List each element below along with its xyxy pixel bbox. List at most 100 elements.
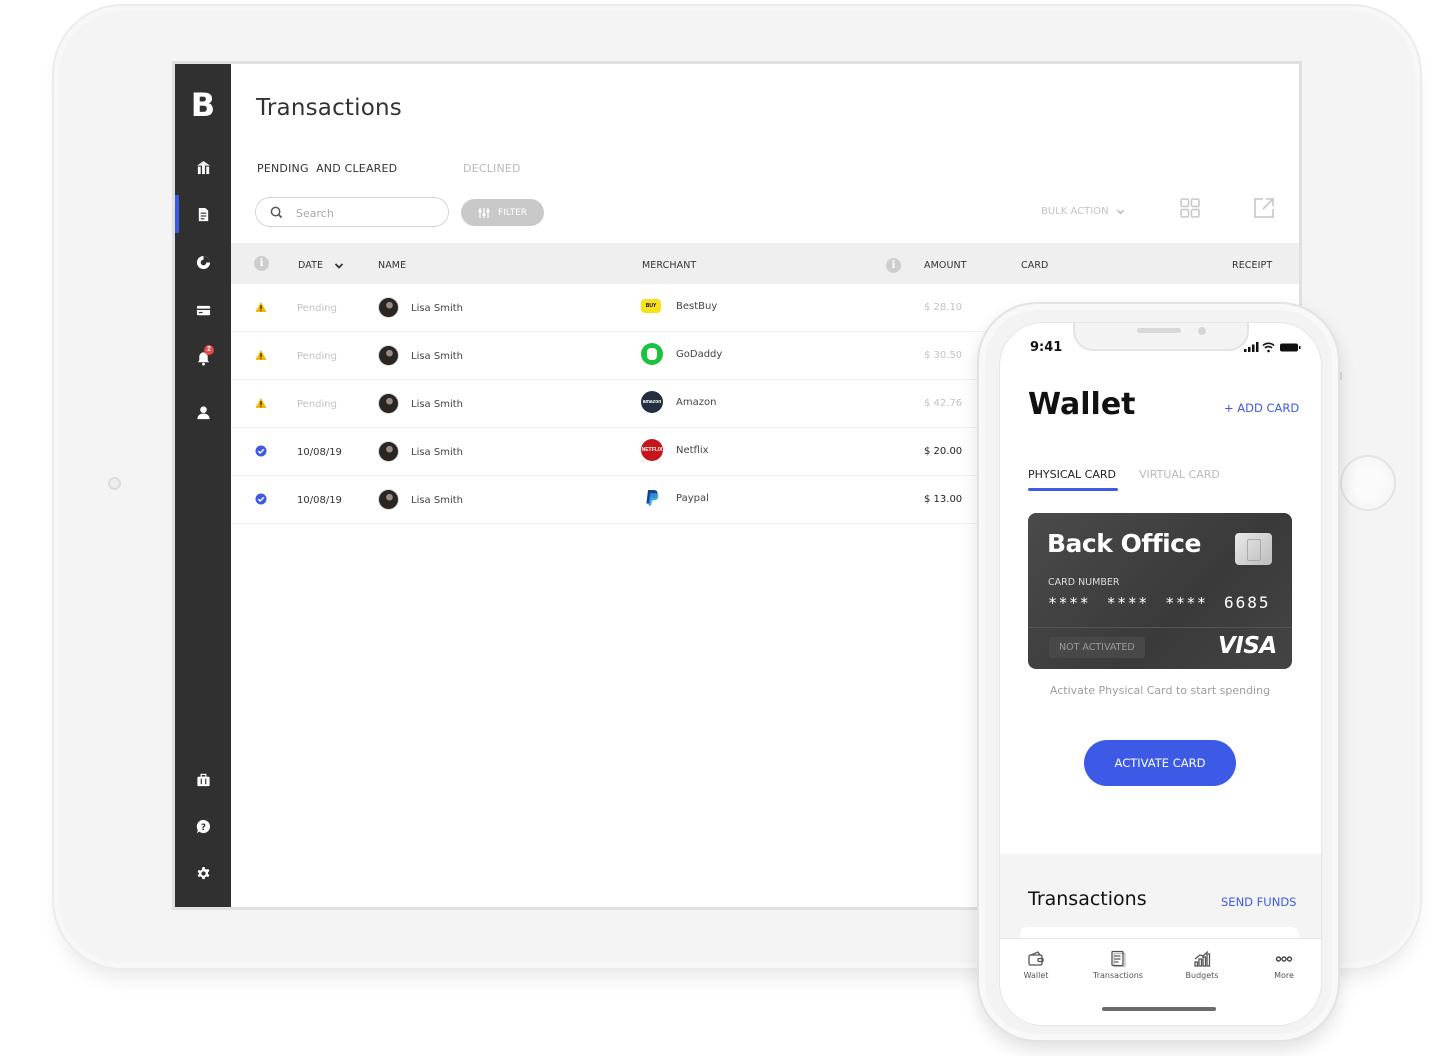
check-circle-icon: [255, 445, 267, 457]
tab-virtual-card[interactable]: VIRTUAL CARD: [1139, 468, 1220, 481]
phone-frame: 9:41 Wallet + ADD CARD PHYSICAL CARD VIR…: [977, 302, 1340, 1042]
paypal-logo-icon: [641, 487, 663, 509]
page-title: Transactions: [256, 95, 402, 121]
status-time: 9:41: [1030, 340, 1063, 355]
tabbar-label: Wallet: [1023, 971, 1049, 980]
sidebar-item-transactions[interactable]: [175, 195, 231, 233]
column-amount: AMOUNT: [924, 260, 967, 271]
bottom-tab-bar: Wallet Transactions Budgets More: [1000, 938, 1321, 1025]
signal-icon: [1244, 342, 1259, 352]
tabbar-label: Transactions: [1093, 971, 1143, 980]
card-number: **** **** **** 6685: [1048, 593, 1271, 612]
phone-notch: [1073, 323, 1249, 351]
avatar: [378, 441, 399, 462]
avatar: [378, 489, 399, 510]
user-icon: [196, 405, 210, 419]
transactions-section: Transactions SEND FUNDS: [1000, 854, 1321, 947]
row-name: Lisa Smith: [411, 351, 463, 362]
avatar: [378, 297, 399, 318]
home-indicator[interactable]: [1102, 1007, 1216, 1011]
receipt-icon: [1111, 950, 1126, 968]
warning-icon: [255, 350, 267, 360]
document-icon: [198, 207, 208, 221]
help-icon: ?: [196, 819, 210, 833]
tabbar-item-budgets[interactable]: Budgets: [1162, 950, 1242, 980]
tab-declined[interactable]: DECLINED: [463, 162, 521, 175]
sidebar-item-cards[interactable]: [175, 291, 231, 329]
column-name: NAME: [378, 260, 407, 271]
phone-screen: 9:41 Wallet + ADD CARD PHYSICAL CARD VIR…: [999, 322, 1322, 1026]
row-date: Pending: [297, 351, 337, 362]
sidebar-item-profile[interactable]: [175, 393, 231, 431]
credit-card-icon: [196, 305, 210, 315]
info-icon[interactable]: i: [254, 256, 269, 271]
activate-card-button[interactable]: ACTIVATE CARD: [1084, 740, 1236, 786]
column-merchant: MERCHANT: [642, 260, 697, 271]
row-name: Lisa Smith: [411, 447, 463, 458]
tab-pending-and-cleared[interactable]: PENDING AND CLEARED: [257, 162, 397, 175]
row-merchant: Netflix: [676, 445, 709, 456]
more-icon: [1275, 956, 1293, 962]
phone-camera: [1198, 327, 1206, 335]
send-funds-link[interactable]: SEND FUNDS: [1221, 895, 1296, 909]
sidebar: B 2 ?: [175, 64, 231, 907]
visa-logo: VISA: [1218, 633, 1277, 659]
row-merchant: BestBuy: [676, 301, 718, 312]
card-number-masked: **** **** ****: [1048, 594, 1208, 612]
wallet-title: Wallet: [1028, 387, 1136, 422]
sidebar-item-business[interactable]: [175, 761, 231, 799]
row-amount: $ 28.10: [924, 302, 963, 313]
row-amount: $ 20.00: [924, 446, 963, 457]
row-name: Lisa Smith: [411, 495, 463, 506]
tabbar-item-wallet[interactable]: Wallet: [1000, 950, 1076, 980]
sidebar-item-settings[interactable]: [175, 854, 231, 892]
row-date: Pending: [297, 399, 337, 410]
tab-physical-card[interactable]: PHYSICAL CARD: [1028, 468, 1118, 491]
netflix-logo-icon: NETFLIX: [641, 439, 663, 461]
row-name: Lisa Smith: [411, 399, 463, 410]
card-number-label: CARD NUMBER: [1048, 577, 1120, 588]
battery-icon: [1280, 343, 1301, 352]
column-date[interactable]: DATE: [298, 260, 323, 271]
sort-chevron-icon[interactable]: [334, 261, 344, 271]
sidebar-item-help[interactable]: ?: [175, 807, 231, 845]
svg-text:?: ?: [201, 821, 206, 831]
card-status-badge: NOT ACTIVATED: [1049, 637, 1145, 658]
card-chip-icon: [1235, 533, 1272, 565]
card-divider: [1028, 627, 1292, 628]
bulk-action-dropdown[interactable]: BULK ACTION: [1041, 206, 1125, 217]
row-amount: $ 42.76: [924, 398, 963, 409]
briefcase-icon: [196, 773, 210, 786]
row-merchant: Amazon: [676, 397, 717, 408]
tablet-camera: [108, 477, 121, 490]
amount-info-icon[interactable]: i: [886, 258, 901, 273]
filter-button[interactable]: FILTER: [461, 199, 544, 226]
table-header: i DATE NAME MERCHANT i AMOUNT CARD RECEI…: [231, 243, 1299, 284]
column-card: CARD: [1021, 260, 1049, 271]
tabbar-item-transactions[interactable]: Transactions: [1078, 950, 1158, 980]
godaddy-logo-icon: [641, 343, 663, 365]
pie-chart-icon: [196, 255, 210, 269]
row-date: Pending: [297, 303, 337, 314]
add-card-link[interactable]: + ADD CARD: [1224, 401, 1299, 415]
filter-label: FILTER: [497, 207, 528, 218]
payment-card[interactable]: Back Office CARD NUMBER **** **** **** 6…: [1028, 513, 1292, 669]
warning-icon: [255, 398, 267, 408]
row-merchant: Paypal: [676, 493, 709, 504]
grid-view-icon[interactable]: [1179, 197, 1201, 219]
warning-icon: [255, 302, 267, 312]
sidebar-item-reports[interactable]: [175, 243, 231, 281]
notification-badge: 2: [204, 345, 214, 355]
search-field[interactable]: [255, 197, 449, 227]
card-hint: Activate Physical Card to start spending: [1049, 684, 1271, 697]
search-input[interactable]: [296, 204, 436, 222]
bank-icon: [196, 160, 210, 174]
tabbar-item-more[interactable]: More: [1244, 950, 1321, 980]
sidebar-item-notifications[interactable]: 2: [175, 339, 231, 377]
export-icon[interactable]: [1253, 197, 1275, 219]
sidebar-item-dashboard[interactable]: [175, 148, 231, 186]
row-amount: $ 13.00: [924, 494, 963, 505]
bulk-action-label: BULK ACTION: [1041, 206, 1109, 217]
tablet-home-button[interactable]: [1340, 455, 1396, 511]
chart-icon: [1194, 951, 1211, 967]
